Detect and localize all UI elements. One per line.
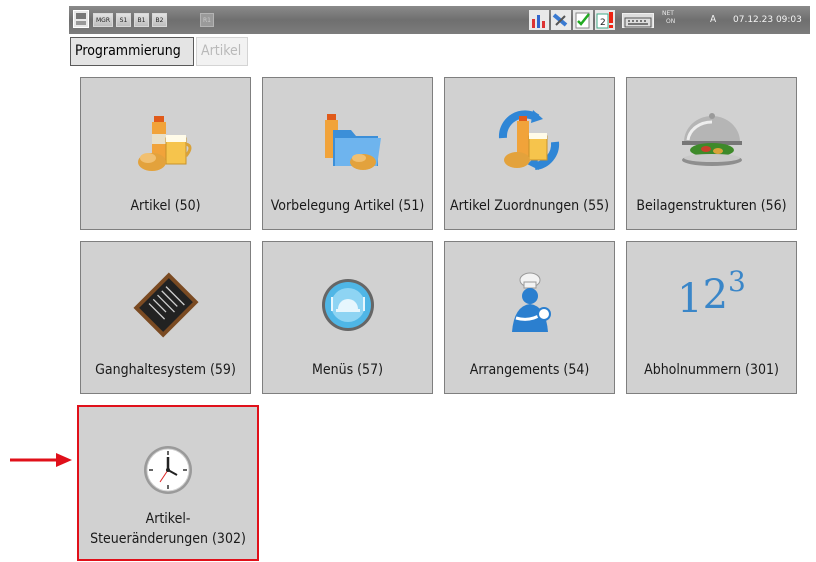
tile-artikel-steueraenderungen[interactable]: Artikel- Steueränderungen (302) xyxy=(77,405,259,561)
datetime-display: 07.12.23 09:03 xyxy=(733,15,802,25)
tile-label: Artikel Zuordnungen (55) xyxy=(449,198,610,214)
checklist-icon[interactable] xyxy=(573,10,593,30)
tile-label: Ganghaltesystem (59) xyxy=(95,362,236,378)
tile-ganghaltesystem[interactable]: Ganghaltesystem (59) xyxy=(80,241,251,394)
b1-button[interactable]: B1 xyxy=(134,13,149,27)
tile-label: Vorbelegung Artikel (51) xyxy=(270,198,425,214)
mgr-button[interactable]: MGR xyxy=(93,13,113,27)
tile-arrangements[interactable]: Arrangements (54) xyxy=(444,241,615,394)
breadcrumb-artikel: Artikel xyxy=(196,37,248,66)
tile-menues[interactable]: Menüs (57) xyxy=(262,241,433,394)
tools-icon[interactable] xyxy=(551,10,571,30)
breadcrumb-programmierung[interactable]: Programmierung xyxy=(70,37,194,66)
keyboard-icon[interactable] xyxy=(622,13,654,28)
pointer-arrow-icon xyxy=(10,453,72,467)
numbers-icon: 123 xyxy=(677,264,746,322)
tile-label: Menüs (57) xyxy=(311,362,383,378)
app-logo-icon[interactable] xyxy=(73,10,89,28)
tile-label: Abholnummern (301) xyxy=(644,362,779,378)
alert-icon[interactable]: 2 xyxy=(595,10,615,30)
chalkboard-icon xyxy=(132,272,199,338)
drinks-sync-icon xyxy=(498,110,559,170)
tile-label: Artikel- Steueränderungen (302) xyxy=(90,511,246,547)
svg-text:2: 2 xyxy=(600,18,606,28)
clock-icon xyxy=(144,446,192,494)
serving-dish-icon xyxy=(681,113,742,166)
drinks-bread-icon xyxy=(137,116,191,171)
folder-drinks-icon xyxy=(324,114,381,170)
tile-artikel[interactable]: Artikel (50) xyxy=(80,77,251,230)
menu-plate-icon xyxy=(321,279,374,331)
user-indicator: A xyxy=(710,14,717,25)
tile-artikel-zuordnungen[interactable]: Artikel Zuordnungen (55) xyxy=(444,77,615,230)
s1-button[interactable]: S1 xyxy=(116,13,131,27)
chef-icon xyxy=(511,272,551,332)
b2-button[interactable]: B2 xyxy=(152,13,167,27)
tile-abholnummern[interactable]: 123 Abholnummern (301) xyxy=(626,241,797,394)
status-bar: MGR S1 B1 B2 R1 2 NET ON A 07.12.23 09:0… xyxy=(69,6,810,34)
network-status: NET ON xyxy=(662,10,676,25)
report-icon[interactable] xyxy=(529,10,549,30)
tile-label: Beilagenstrukturen (56) xyxy=(636,198,787,214)
tile-beilagenstrukturen[interactable]: Beilagenstrukturen (56) xyxy=(626,77,797,230)
tile-vorbelegung-artikel[interactable]: Vorbelegung Artikel (51) xyxy=(262,77,433,230)
tile-label: Arrangements (54) xyxy=(469,362,590,378)
r1-button: R1 xyxy=(200,13,214,27)
tile-label: Artikel (50) xyxy=(130,198,201,214)
